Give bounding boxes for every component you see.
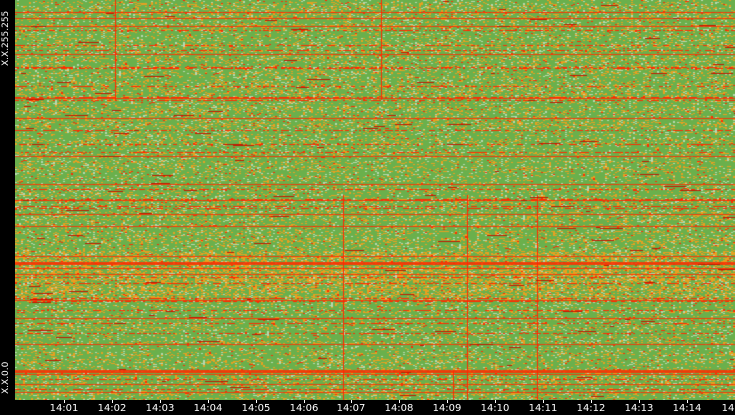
x-axis-tick-label: 14:07 [336, 403, 366, 414]
x-axis-tick-label: 14 [721, 403, 735, 414]
y-axis: X.X.255.255 X.X.0.0 [0, 0, 15, 400]
x-axis-tick-label: 14:13 [624, 403, 654, 414]
y-axis-top-label: X.X.255.255 [1, 10, 11, 66]
x-axis-tick-label: 14:08 [384, 403, 414, 414]
x-axis-tick-label: 14:11 [528, 403, 558, 414]
x-axis-tick-label: 14:12 [576, 403, 606, 414]
x-axis-tick-label: 14:01 [49, 403, 79, 414]
heatmap-plot-area[interactable] [15, 0, 735, 400]
x-axis-tick-label: 14:06 [289, 403, 319, 414]
x-axis-tick-label: 14:10 [480, 403, 510, 414]
x-axis-tick-label: 14:04 [193, 403, 223, 414]
x-axis-tick-label: 14:03 [145, 403, 175, 414]
x-axis-tick-label: 14:05 [241, 403, 271, 414]
x-axis-tick-label: 14:09 [432, 403, 462, 414]
heatmap-canvas[interactable] [15, 0, 735, 400]
x-axis-tick-label: 14:14 [672, 403, 702, 414]
x-axis-tick-label: 14:02 [97, 403, 127, 414]
x-axis: 14:01 14:02 14:03 14:04 14:05 14:06 14:07 14:08… [0, 400, 735, 415]
y-axis-bottom-label: X.X.0.0 [1, 361, 11, 394]
